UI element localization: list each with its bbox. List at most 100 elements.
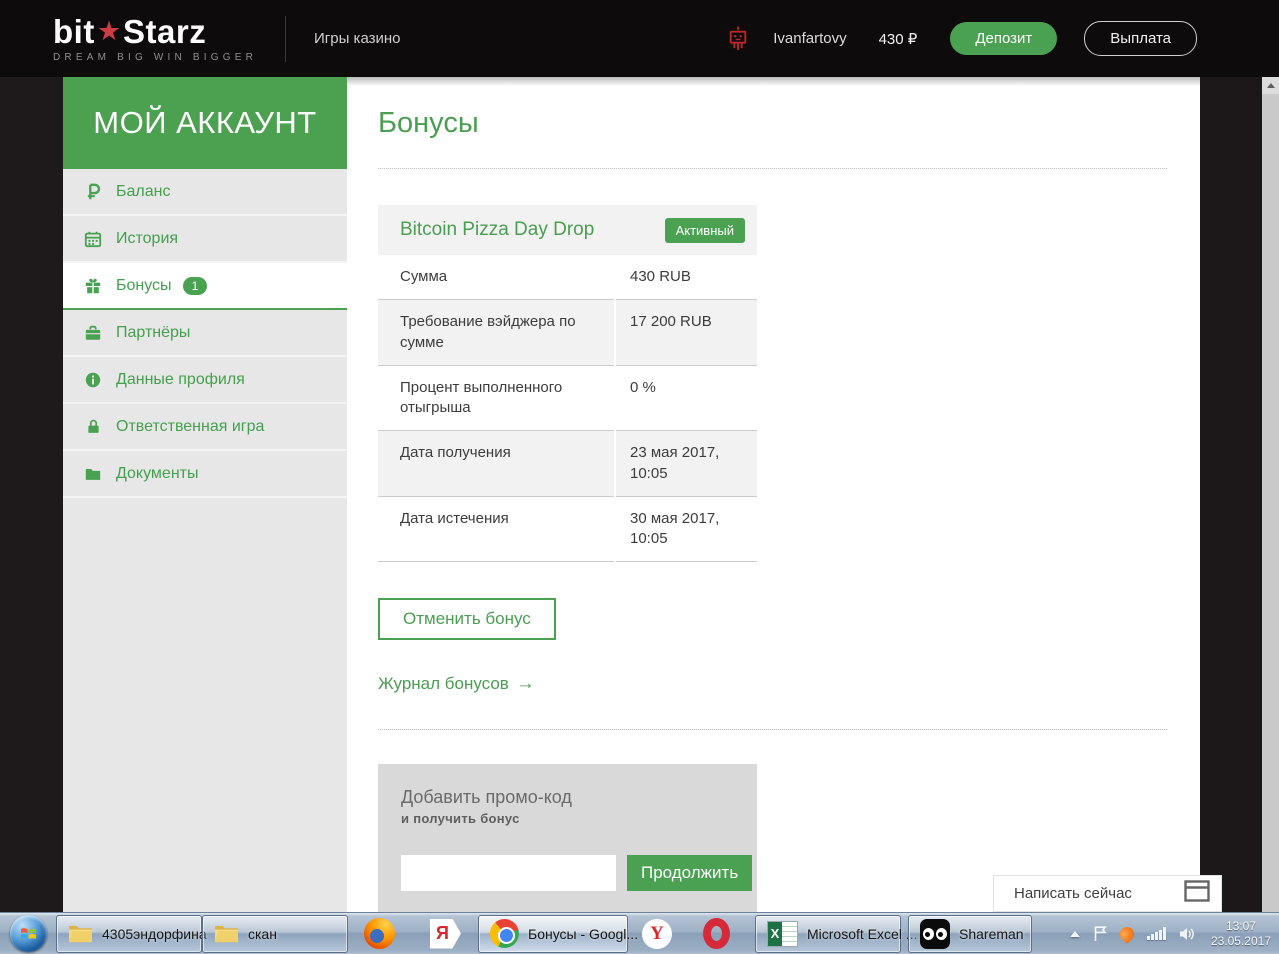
row-value: 0 % (616, 366, 757, 432)
sidebar-item-profile[interactable]: Данные профиля (63, 357, 347, 404)
divider (378, 168, 1167, 169)
tray-date: 23.05.2017 (1210, 933, 1271, 948)
signal-bars-icon[interactable] (1147, 927, 1166, 940)
taskbar-button-label: 4305эндорфина (102, 925, 207, 942)
taskbar-folder-endorphina[interactable]: 4305эндорфина (56, 914, 207, 953)
nav-casino-games[interactable]: Игры казино (314, 30, 401, 47)
sidebar-item-label: Документы (116, 464, 199, 482)
sidebar-item-balance[interactable]: Баланс (63, 169, 347, 216)
briefcase-icon (83, 323, 103, 343)
bonus-name: Bitcoin Pizza Day Drop (400, 219, 595, 240)
site-header: bit ★ Starz DREAM BIG WIN BIGGER Игры ка… (0, 0, 1279, 77)
divider (378, 729, 1167, 731)
row-label: Дата получения (378, 431, 614, 497)
taskbar-excel-window[interactable]: X Microsoft Excel ... (755, 914, 917, 953)
row-label: Дата истечения (378, 497, 614, 563)
info-icon (83, 370, 103, 390)
page-scrollbar[interactable] (1262, 77, 1279, 954)
table-row: Дата истечения 30 мая 2017, 10:05 (378, 497, 757, 563)
calendar-icon (83, 229, 103, 249)
flag-icon[interactable] (1093, 925, 1108, 942)
ruble-icon (83, 182, 103, 202)
row-value: 430 RUB (616, 255, 757, 301)
robot-avatar-icon[interactable] (727, 25, 749, 53)
bonus-journal-link-label: Журнал бонусов (378, 674, 509, 694)
scrollbar-thumb[interactable] (1262, 94, 1279, 934)
page-title: Бонусы (378, 107, 479, 139)
windows-taskbar: 4305эндорфина скан Я Бонусы - Googl... Y (0, 912, 1279, 954)
promo-code-box: Добавить промо-код и получить бонус Прод… (378, 764, 757, 916)
chat-window-icon (1184, 880, 1210, 907)
excel-icon: X (767, 920, 798, 947)
taskbar-button-label: скан (248, 925, 277, 942)
folder-icon (68, 923, 93, 944)
row-value: 17 200 RUB (616, 300, 757, 366)
scroll-up-button[interactable] (1262, 77, 1279, 94)
header-divider (285, 15, 287, 62)
chevron-up-icon[interactable] (1070, 930, 1081, 937)
bonus-card-header: Bitcoin Pizza Day Drop Активный (378, 205, 757, 255)
sidebar-item-label: Ответственная игра (116, 417, 265, 435)
tray-time: 13:07 (1225, 918, 1256, 933)
taskbar-button-label: Shareman (959, 925, 1024, 942)
sidebar-item-label: Данные профиля (116, 370, 245, 388)
windows-start-icon[interactable] (9, 915, 47, 952)
promo-submit-button[interactable]: Продолжить (627, 855, 753, 892)
cancel-bonus-button[interactable]: Отменить бонус (378, 598, 556, 641)
taskbar-folder-scan[interactable]: скан (202, 914, 348, 953)
tray-clock[interactable]: 13:07 23.05.2017 (1211, 919, 1271, 949)
bonus-count-badge: 1 (182, 276, 208, 295)
bitstarz-logo[interactable]: bit ★ Starz DREAM BIG WIN BIGGER (53, 15, 257, 63)
page-body: МОЙ АККАУНТ Баланс История Бонусы 1 Парт… (0, 77, 1279, 954)
folder-icon (83, 464, 103, 484)
sidebar-item-responsible-gaming[interactable]: Ответственная игра (63, 404, 347, 451)
deposit-button[interactable]: Депозит (950, 22, 1058, 55)
yandex-search-icon[interactable]: Я (430, 918, 461, 949)
sidebar-item-label: Баланс (116, 182, 171, 200)
sidebar-item-bonuses[interactable]: Бонусы 1 (63, 263, 347, 310)
row-value: 30 мая 2017, 10:05 (616, 497, 757, 563)
username[interactable]: Ivanfartovy (773, 30, 846, 47)
bonus-card: Bitcoin Pizza Day Drop Активный Сумма 43… (378, 205, 757, 563)
table-row: Сумма 430 RUB (378, 255, 757, 301)
chrome-icon (490, 919, 519, 948)
taskbar-button-label: Microsoft Excel ... (807, 925, 918, 942)
table-row: Процент выполненного отыгрыша 0 % (378, 366, 757, 432)
bonus-journal-link[interactable]: Журнал бонусов → (378, 673, 535, 695)
opera-icon[interactable] (703, 918, 730, 949)
chat-label: Написать сейчас (1014, 885, 1132, 902)
row-label: Сумма (378, 255, 614, 301)
star-icon: ★ (96, 15, 122, 46)
avast-icon[interactable] (1117, 923, 1138, 944)
logo-tagline: DREAM BIG WIN BIGGER (53, 51, 258, 63)
promo-code-input[interactable] (401, 855, 616, 892)
yandex-browser-icon[interactable]: Y (642, 918, 672, 949)
promo-subtitle: и получить бонус (401, 811, 520, 827)
live-chat-widget[interactable]: Написать сейчас (993, 875, 1222, 912)
sidebar-item-documents[interactable]: Документы (63, 451, 347, 498)
account-sidebar: МОЙ АККАУНТ Баланс История Бонусы 1 Парт… (63, 77, 347, 912)
sidebar-item-partners[interactable]: Партнёры (63, 310, 347, 357)
payout-button[interactable]: Выплата (1084, 21, 1197, 56)
taskbar-shareman-window[interactable]: Shareman (908, 914, 1032, 953)
taskbar-chrome-window[interactable]: Бонусы - Googl... (478, 914, 638, 953)
screen: bit ★ Starz DREAM BIG WIN BIGGER Игры ка… (0, 0, 1279, 954)
status-badge: Активный (664, 217, 745, 243)
promo-title: Добавить промо-код (401, 787, 572, 808)
right-arrow-icon: → (515, 673, 535, 695)
system-tray: 13:07 23.05.2017 (1070, 919, 1271, 949)
balance-amount: 430 ₽ (878, 30, 918, 48)
row-label: Процент выполненного отыгрыша (378, 366, 614, 432)
table-row: Требование вэйджера по сумме 17 200 RUB (378, 300, 757, 366)
gift-icon (83, 276, 103, 296)
shareman-icon (920, 918, 950, 949)
taskbar-button-label: Бонусы - Googl... (528, 925, 639, 942)
lock-icon (83, 417, 103, 437)
logo-text-starz: Starz (123, 12, 207, 50)
speaker-icon[interactable] (1179, 927, 1195, 941)
row-value: 23 мая 2017, 10:05 (616, 431, 757, 497)
sidebar-item-label: Бонусы (116, 276, 172, 294)
sidebar-item-history[interactable]: История (63, 216, 347, 263)
logo-text-bit: bit (53, 12, 95, 50)
firefox-icon[interactable] (364, 918, 395, 949)
